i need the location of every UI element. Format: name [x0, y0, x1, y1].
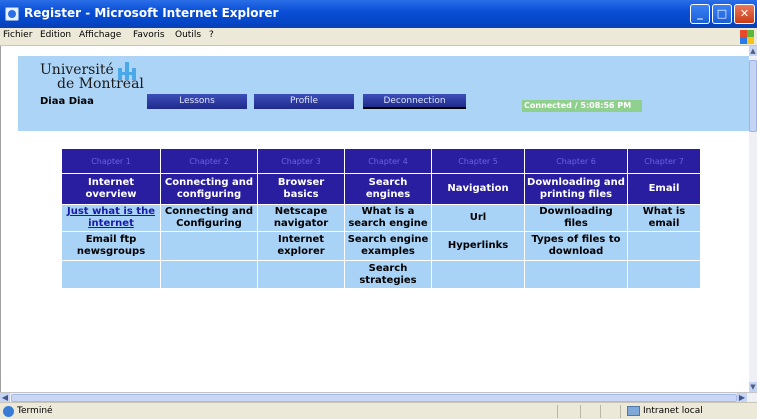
lesson-cell[interactable]: What is email — [628, 205, 700, 231]
chapter-5-label: Chapter 5 — [432, 149, 524, 173]
status-text: Terminé — [17, 406, 53, 416]
lesson-cell[interactable]: Internet explorer — [258, 232, 344, 260]
intranet-zone-icon — [627, 406, 640, 416]
lesson-cell — [432, 261, 524, 288]
tab-profile[interactable]: Profile — [254, 94, 354, 109]
chapter-4-title: Search engines — [345, 174, 431, 204]
user-name: Diaa Diaa — [40, 96, 94, 107]
tab-lessons[interactable]: Lessons — [147, 94, 247, 109]
chapter-2-title: Connecting and configuring — [161, 174, 257, 204]
chapter-1-title: Internet overview — [62, 174, 160, 204]
menu-bar: Fichier Edition Affichage Favoris Outils… — [0, 28, 757, 46]
chapter-3-label: Chapter 3 — [258, 149, 344, 173]
minimize-button[interactable]: _ — [690, 4, 710, 24]
lesson-cell[interactable]: What is a search engine — [345, 205, 431, 231]
menu-edition[interactable]: Edition — [40, 30, 71, 40]
menu-fichier[interactable]: Fichier — [3, 30, 32, 40]
chapter-1-label: Chapter 1 — [62, 149, 160, 173]
lesson-cell — [258, 261, 344, 288]
status-bar: Terminé Intranet local — [0, 402, 757, 419]
lesson-cell[interactable]: Downloading files — [525, 205, 627, 231]
lesson-cell — [628, 232, 700, 260]
connection-status: Connected / 5:08:56 PM — [522, 100, 642, 112]
windows-logo-icon — [739, 29, 755, 45]
chapter-3-title: Browser basics — [258, 174, 344, 204]
ie-page-icon — [5, 7, 19, 21]
lesson-cell — [525, 261, 627, 288]
title-bar: Register - Microsoft Internet Explorer _… — [0, 0, 757, 28]
lesson-cell[interactable]: Search engine examples — [345, 232, 431, 260]
chapter-4-label: Chapter 4 — [345, 149, 431, 173]
lesson-cell[interactable]: Url — [432, 205, 524, 231]
lesson-cell[interactable]: Hyperlinks — [432, 232, 524, 260]
menu-affichage[interactable]: Affichage — [79, 30, 121, 40]
chapter-7-label: Chapter 7 — [628, 149, 700, 173]
vertical-scrollbar[interactable]: ▲ ▼ — [749, 46, 757, 392]
lesson-cell — [628, 261, 700, 288]
horizontal-scrollbar[interactable]: ◀ ▶ — [0, 392, 757, 403]
tab-deconnection[interactable]: Deconnection — [363, 94, 466, 109]
lesson-cell[interactable]: Connecting and Configuring — [161, 205, 257, 231]
menu-outils[interactable]: Outils — [175, 30, 201, 40]
chapter-title-row: Internet overview Connecting and configu… — [62, 174, 700, 204]
udem-logo-icon — [118, 60, 144, 82]
status-divider — [580, 405, 581, 418]
menu-favoris[interactable]: Favoris — [133, 30, 165, 40]
lesson-cell — [62, 261, 160, 288]
scroll-down-icon[interactable]: ▼ — [749, 382, 757, 392]
chapter-7-title: Email — [628, 174, 700, 204]
lesson-cell — [161, 232, 257, 260]
site-header: Université de Montréal Diaa Diaa Lessons… — [18, 56, 750, 131]
lesson-cell — [161, 261, 257, 288]
chapter-2-label: Chapter 2 — [161, 149, 257, 173]
maximize-button[interactable]: □ — [712, 4, 732, 24]
close-button[interactable]: ✕ — [734, 4, 755, 24]
ie-status-icon — [3, 406, 14, 417]
lesson-cell[interactable]: Netscape navigator — [258, 205, 344, 231]
browser-window: Register - Microsoft Internet Explorer _… — [0, 0, 757, 419]
status-divider — [600, 405, 601, 418]
scroll-up-icon[interactable]: ▲ — [749, 46, 757, 56]
vertical-scroll-thumb[interactable] — [749, 60, 757, 132]
chapters-table: Chapter 1 Chapter 2 Chapter 3 Chapter 4 … — [61, 148, 701, 289]
lesson-link[interactable]: Just what is the internet — [62, 205, 160, 231]
status-divider — [620, 405, 621, 418]
status-divider — [557, 405, 558, 418]
horizontal-scroll-thumb[interactable] — [11, 394, 737, 402]
table-row: Just what is the internet Connecting and… — [62, 205, 700, 231]
lesson-cell[interactable]: Search strategies — [345, 261, 431, 288]
chapter-5-title: Navigation — [432, 174, 524, 204]
lesson-cell[interactable]: Email ftp newsgroups — [62, 232, 160, 260]
table-row: Search strategies — [62, 261, 700, 288]
chapter-6-title: Downloading and printing files — [525, 174, 627, 204]
window-title: Register - Microsoft Internet Explorer — [24, 6, 279, 20]
menu-help[interactable]: ? — [209, 30, 214, 40]
table-row: Email ftp newsgroups Internet explorer S… — [62, 232, 700, 260]
page-viewport: Université de Montréal Diaa Diaa Lessons… — [0, 46, 750, 392]
chapter-6-label: Chapter 6 — [525, 149, 627, 173]
chapter-number-row: Chapter 1 Chapter 2 Chapter 3 Chapter 4 … — [62, 149, 700, 173]
security-zone: Intranet local — [643, 406, 703, 416]
lesson-cell[interactable]: Types of files to download — [525, 232, 627, 260]
